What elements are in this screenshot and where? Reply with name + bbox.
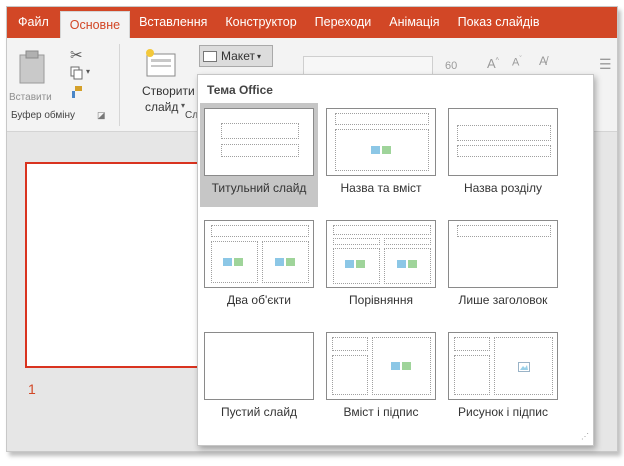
new-slide-label-line2: слайд (145, 100, 179, 114)
layout-dropdown-icon: ▾ (256, 51, 261, 61)
layout-preview (204, 220, 314, 288)
bullets-icon[interactable]: ☰ (599, 56, 612, 73)
tab-design[interactable]: Конструктор (216, 7, 305, 38)
resize-grip-icon[interactable]: ⋰ (581, 432, 589, 441)
tab-transitions[interactable]: Переходи (306, 7, 381, 38)
layout-title-only[interactable]: Лише заголовок (444, 215, 562, 319)
layout-label: Рисунок і підпис (458, 405, 548, 419)
content-placeholder-icon (223, 257, 245, 267)
layout-preview (448, 332, 558, 400)
copy-dropdown-icon[interactable]: ▾ (86, 67, 90, 76)
content-placeholder-icon (391, 361, 413, 371)
layout-button[interactable]: Макет ▾ (199, 45, 273, 67)
grow-font-icon[interactable]: A^ (487, 56, 499, 71)
layout-label: Пустий слайд (220, 405, 298, 419)
new-slide-button[interactable]: Створити слайд ▾ (135, 46, 195, 114)
content-placeholder-icon (275, 257, 297, 267)
new-slide-dropdown-icon[interactable]: ▾ (181, 101, 185, 110)
layout-label: Порівняння (349, 293, 413, 307)
new-slide-label-line1: Створити (142, 84, 195, 98)
copy-icon[interactable] (70, 66, 84, 80)
layout-preview (326, 332, 436, 400)
layout-preview (326, 220, 436, 288)
slide-thumbnail[interactable] (25, 162, 200, 368)
layout-label: Лише заголовок (458, 293, 548, 307)
paste-button[interactable]: Вставити (9, 48, 53, 110)
new-slide-icon (146, 49, 176, 77)
tab-file[interactable]: Файл (7, 7, 60, 38)
ribbon-separator (119, 44, 120, 126)
layout-blank[interactable]: Пустий слайд (200, 327, 318, 431)
layout-label: Два об'єкти (227, 293, 291, 307)
layout-comparison[interactable]: Порівняння (322, 215, 440, 319)
layout-preview (448, 220, 558, 288)
layout-preview (204, 332, 314, 400)
layout-label: Назва розділу (463, 181, 543, 195)
content-placeholder-icon (371, 145, 393, 155)
gallery-title: Тема Office (207, 83, 273, 97)
ribbon-tab-bar: Файл Основне Вставлення Конструктор Пере… (7, 7, 617, 38)
layout-button-label: Макет (221, 49, 255, 63)
layout-label: Титульний слайд (211, 181, 307, 195)
picture-placeholder-icon (518, 362, 530, 372)
layout-icon (203, 50, 217, 62)
cut-icon[interactable]: ✂ (70, 46, 83, 64)
clear-format-icon[interactable]: A̸ (539, 54, 547, 68)
layout-preview (204, 108, 314, 176)
tab-insert[interactable]: Вставлення (130, 7, 216, 38)
layout-preview (326, 108, 436, 176)
layout-label: Назва та вміст (340, 181, 422, 195)
shrink-font-icon[interactable]: Aˇ (512, 56, 522, 69)
layout-gallery: Тема Office Титульний слайд Назва та вмі… (197, 74, 594, 446)
tab-home[interactable]: Основне (59, 11, 131, 38)
layout-title-content[interactable]: Назва та вміст (322, 103, 440, 207)
clipboard-group-label: Буфер обміну (11, 110, 76, 121)
format-painter-icon[interactable] (70, 85, 84, 99)
font-name-box[interactable] (303, 56, 433, 76)
layout-preview (448, 108, 558, 176)
content-placeholder-icon (345, 259, 367, 269)
layout-title-slide[interactable]: Титульний слайд (200, 103, 318, 207)
layout-content-caption[interactable]: Вміст і підпис (322, 327, 440, 431)
tab-animations[interactable]: Анімація (380, 7, 448, 38)
layout-section-header[interactable]: Назва розділу (444, 103, 562, 207)
clipboard-icon (19, 50, 45, 84)
clipboard-launcher-icon[interactable]: ◪ (97, 110, 106, 121)
tab-slideshow[interactable]: Показ слайдів (449, 7, 549, 38)
layout-label: Вміст і підпис (343, 405, 419, 419)
content-placeholder-icon (397, 259, 419, 269)
layout-two-content[interactable]: Два об'єкти (200, 215, 318, 319)
layout-picture-caption[interactable]: Рисунок і підпис (444, 327, 562, 431)
slide-number: 1 (28, 381, 36, 397)
font-size-value[interactable]: 60 (445, 60, 457, 72)
paste-label: Вставити (9, 92, 52, 103)
